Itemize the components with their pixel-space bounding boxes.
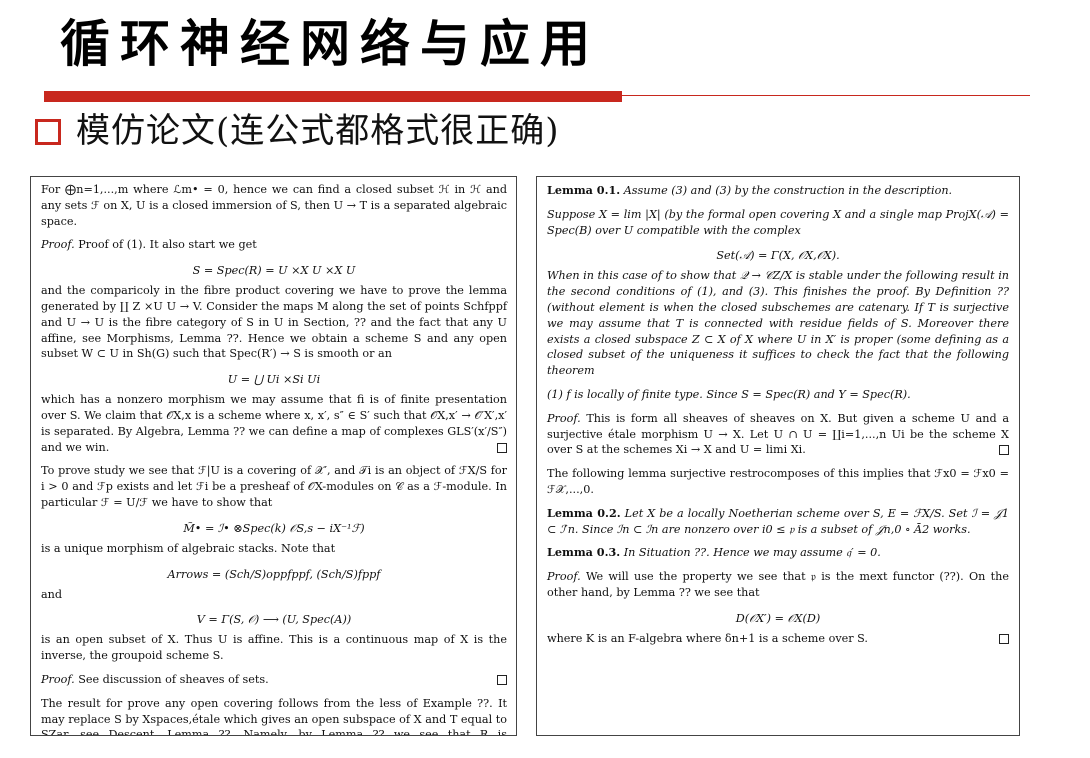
- paragraph: and the comparicoly in the fibre product…: [41, 283, 507, 362]
- equation: Arrows = (Sch/S)oppfppf, (Sch/S)fppf: [167, 567, 381, 581]
- title-underline-rule: [622, 95, 1030, 96]
- paragraph-text: (1) f is locally of finite type. Since S…: [547, 387, 911, 401]
- generated-paper-page-right: Lemma 0.1. Assume (3) and (3) by the con…: [536, 176, 1020, 736]
- qed-box-icon: [497, 442, 507, 453]
- equation: Set(𝒜) = Γ(X, 𝒪X,𝒪X).: [716, 249, 840, 263]
- proof-label: Proof.: [547, 411, 581, 425]
- paragraph-text: The following lemma surjective restrocom…: [547, 467, 1009, 496]
- proof-label: Proof.: [41, 238, 75, 252]
- paragraph: Proof. Proof of (1). It also start we ge…: [41, 237, 507, 253]
- paragraph: To prove study we see that ℱ|U is a cove…: [41, 463, 507, 510]
- paragraph-text: and: [41, 587, 63, 601]
- equation: M̃• = ℐ• ⊗Spec(k) 𝒪S,s − iX⁻¹ℱ): [183, 521, 365, 535]
- paragraph-text: which has a nonzero morphism we may assu…: [41, 393, 507, 454]
- paragraph: The result for prove any open covering f…: [41, 696, 507, 736]
- paragraph-text: Suppose X = lim |X| (by the formal open …: [547, 207, 1009, 237]
- equation: S = Spec(R) = U ×X U ×X U: [192, 264, 356, 278]
- paragraph: When in this case of to show that 𝒬 → 𝒞Z…: [547, 268, 1009, 379]
- paragraph-text: This is form all sheaves of sheaves on X…: [547, 411, 1009, 457]
- paragraph-text: where K is an F-algebra where δn+1 is a …: [547, 631, 868, 645]
- paragraph: Proof. We will use the property we see t…: [547, 569, 1009, 601]
- paragraph: Proof. See discussion of sheaves of sets…: [41, 672, 507, 688]
- proof-label: Proof.: [547, 570, 581, 584]
- square-bullet-icon: [35, 119, 61, 145]
- paragraph: The following lemma surjective restrocom…: [547, 466, 1009, 498]
- generated-paper-page-left: For ⨁n=1,...,m where ℒm• = 0, hence we c…: [30, 176, 517, 736]
- paragraph-text: is a unique morphism of algebraic stacks…: [41, 541, 336, 555]
- paragraph: Suppose X = lim |X| (by the formal open …: [547, 207, 1009, 239]
- equation: U = ⋃ Ui ×Si Ui: [227, 373, 321, 387]
- lemma-label: Lemma 0.3.: [547, 545, 621, 560]
- paragraph: which has a nonzero morphism we may assu…: [41, 392, 507, 455]
- lemma-label: Lemma 0.2.: [547, 505, 621, 520]
- paragraph: Lemma 0.1. Assume (3) and (3) by the con…: [547, 183, 1009, 199]
- bullet-text: 模仿论文(连公式都格式很正确): [76, 111, 560, 151]
- paragraph-text: When in this case of to show that 𝒬 → 𝒞Z…: [547, 269, 1009, 378]
- paragraph-text: Proof of (1). It also start we get: [74, 238, 257, 252]
- paragraph: is a unique morphism of algebraic stacks…: [41, 541, 507, 557]
- paragraph-text: For ⨁n=1,...,m where ℒm• = 0, hence we c…: [41, 183, 507, 228]
- paragraph-text: To prove study we see that ℱ|U is a cove…: [41, 464, 507, 509]
- paragraph: (1) f is locally of finite type. Since S…: [547, 387, 1009, 403]
- paragraph: For ⨁n=1,...,m where ℒm• = 0, hence we c…: [41, 182, 507, 229]
- paragraph-text: In Situation ??. Hence we may assume 𝔮′ …: [620, 546, 881, 560]
- paragraph-text: The result for prove any open covering f…: [41, 696, 507, 736]
- paragraph-text: Assume (3) and (3) by the construction i…: [620, 184, 953, 197]
- paragraph: and: [41, 587, 507, 603]
- paragraph-text: We will use the property we see that 𝔭 i…: [547, 570, 1009, 599]
- title-underline-bar: [44, 91, 622, 102]
- paragraph: where K is an F-algebra where δn+1 is a …: [547, 631, 1009, 647]
- paragraph: Lemma 0.3. In Situation ??. Hence we may…: [547, 545, 1009, 561]
- equation: V = Γ(S, 𝒪) ⟶ (U, Spec(A)): [196, 613, 352, 627]
- paragraph: Proof. This is form all sheaves of sheav…: [547, 411, 1009, 458]
- paragraph: Lemma 0.2. Let X be a locally Noetherian…: [547, 506, 1009, 538]
- proof-label: Proof.: [41, 672, 75, 686]
- slide-title: 循环神经网络与应用: [60, 14, 600, 73]
- paragraph-text: See discussion of sheaves of sets.: [74, 672, 269, 686]
- lemma-label: Lemma 0.1.: [547, 183, 621, 197]
- qed-box-icon: [999, 445, 1009, 456]
- qed-box-icon: [497, 674, 507, 685]
- paragraph-text: and the comparicoly in the fibre product…: [41, 284, 507, 361]
- qed-box-icon: [999, 633, 1009, 644]
- equation: D(𝒪X′) = 𝒪X(D): [735, 611, 821, 625]
- paragraph-text: is an open subset of X. Thus U is affine…: [41, 633, 507, 663]
- paragraph: is an open subset of X. Thus U is affine…: [41, 632, 507, 664]
